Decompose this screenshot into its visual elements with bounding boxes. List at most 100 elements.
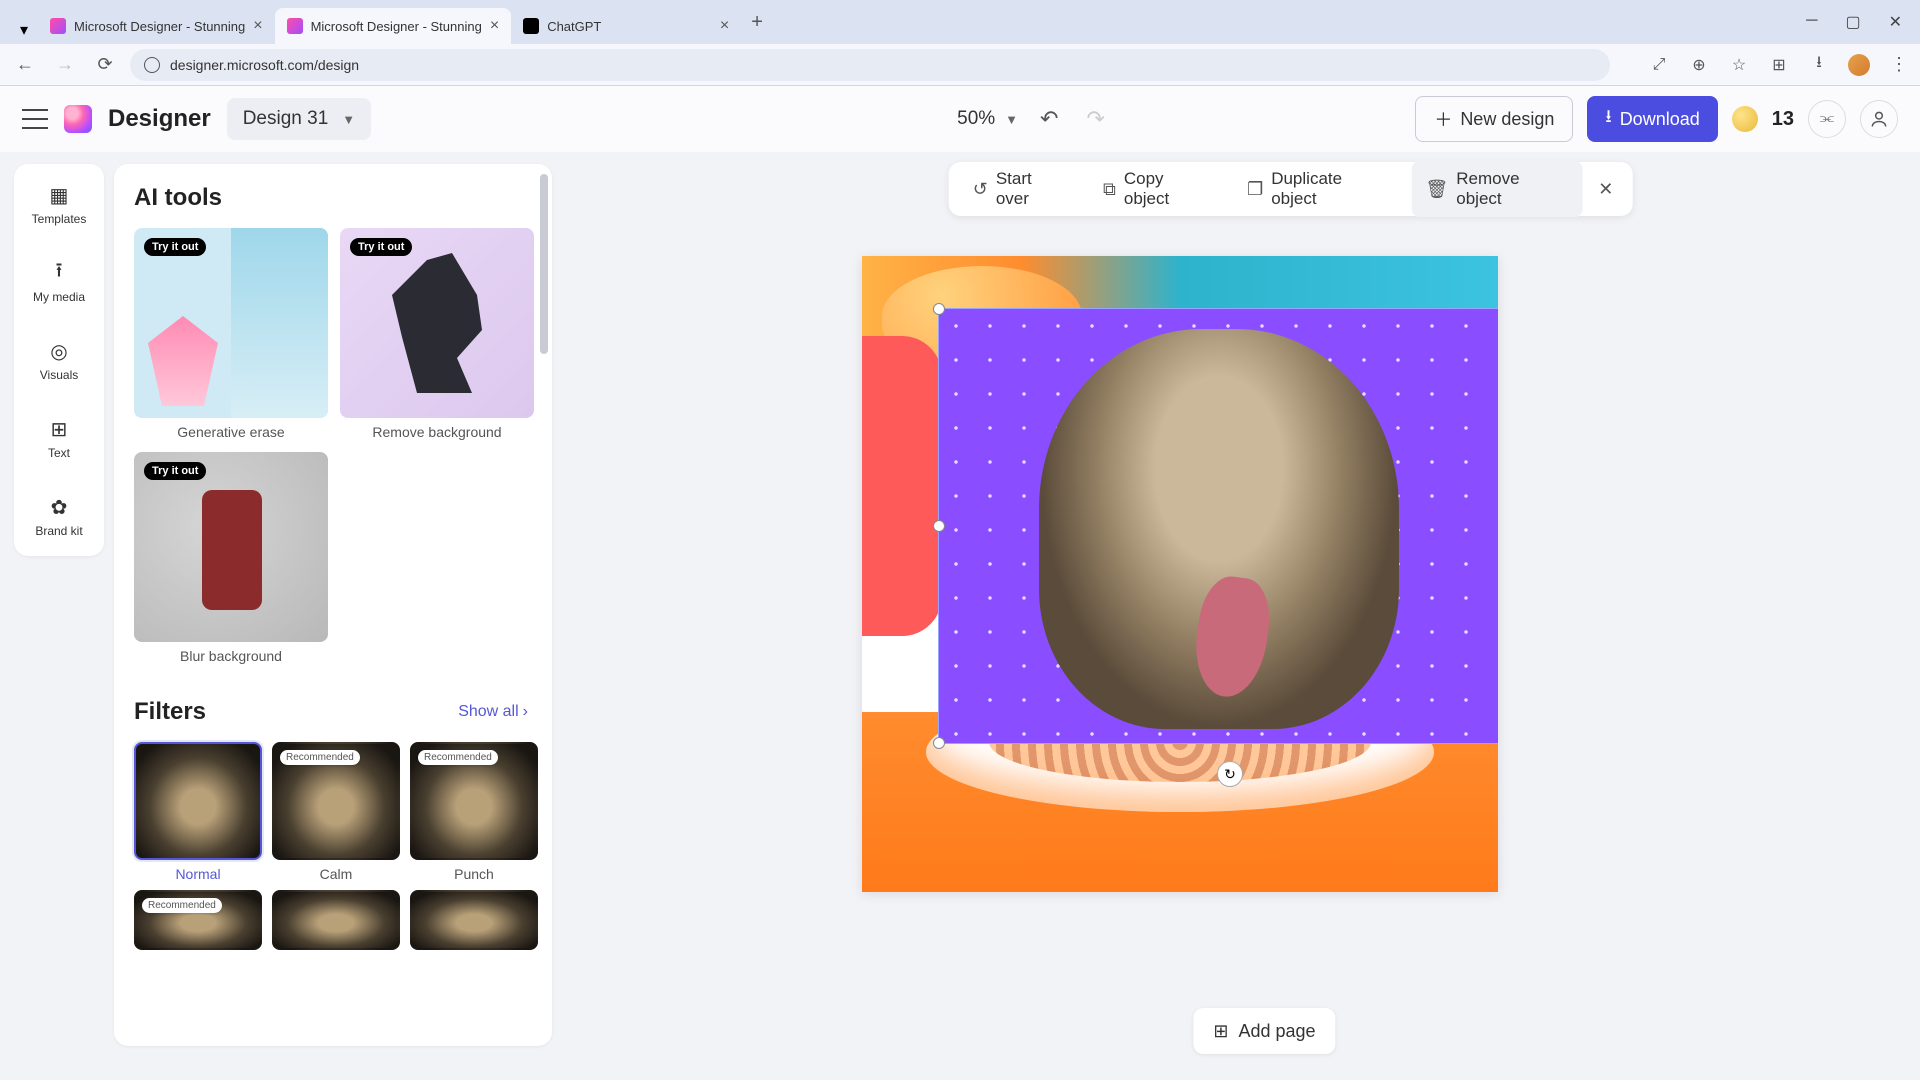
- selected-image-object[interactable]: ↻: [938, 308, 1498, 744]
- rail-label: Brand kit: [35, 524, 82, 538]
- filter-thumb: Recommended: [134, 890, 262, 950]
- share-button[interactable]: ⫘: [1808, 100, 1846, 138]
- filter-punch[interactable]: Recommended Punch: [410, 742, 538, 882]
- maximize-icon[interactable]: ▢: [1845, 12, 1860, 32]
- close-context-bar[interactable]: ✕: [1589, 172, 1623, 206]
- button-label: Copy object: [1124, 169, 1213, 209]
- new-tab-button[interactable]: +: [741, 11, 773, 34]
- download-icon: ⭳: [1605, 104, 1611, 134]
- filter-thumb: Recommended: [410, 742, 538, 860]
- hamburger-icon[interactable]: [22, 109, 48, 129]
- tab-title: Microsoft Designer - Stunning: [311, 19, 482, 34]
- favicon-icon: [50, 18, 66, 34]
- profile-avatar[interactable]: [1848, 54, 1870, 76]
- resize-handle[interactable]: [933, 737, 945, 749]
- designer-logo-icon: [64, 105, 92, 133]
- credits-count[interactable]: 13: [1772, 108, 1794, 131]
- extensions-icon[interactable]: ⊞: [1768, 54, 1790, 76]
- rail-text[interactable]: ⊞ Text: [14, 410, 104, 466]
- back-icon[interactable]: ←: [10, 50, 40, 80]
- account-button[interactable]: [1860, 100, 1898, 138]
- restart-icon: ↺: [973, 179, 988, 200]
- remove-object-button[interactable]: 🗑 Remove object: [1411, 161, 1582, 217]
- filter-thumb: [272, 890, 400, 950]
- undo-button[interactable]: ↶: [1034, 106, 1064, 132]
- plus-square-icon: ⊞: [1213, 1021, 1228, 1042]
- filter-item[interactable]: [272, 890, 400, 950]
- copy-object-button[interactable]: ⧉ Copy object: [1089, 161, 1227, 217]
- button-label: Remove object: [1456, 169, 1569, 209]
- browser-menu-icon[interactable]: ⋮: [1888, 54, 1910, 76]
- rail-my-media[interactable]: ⭱ My media: [14, 254, 104, 310]
- ai-tool-label: Generative erase: [134, 424, 328, 440]
- scrollbar[interactable]: [540, 174, 548, 354]
- ai-tool-label: Blur background: [134, 648, 328, 664]
- add-page-button[interactable]: ⊞ Add page: [1193, 1008, 1335, 1054]
- button-label: New design: [1460, 109, 1554, 130]
- install-app-icon[interactable]: ⤢: [1648, 54, 1670, 76]
- forward-icon: →: [50, 50, 80, 80]
- rail-label: My media: [33, 290, 85, 304]
- app-header: Designer Design 31 ▼ 50% ▼ ↶ ↷ ＋ New des…: [0, 86, 1920, 152]
- filter-normal[interactable]: Normal: [134, 742, 262, 882]
- left-rail: ▦ Templates ⭱ My media ◎ Visuals ⊞ Text …: [14, 164, 104, 556]
- close-icon[interactable]: ×: [490, 17, 499, 35]
- copy-icon: ⧉: [1103, 179, 1116, 200]
- canvas-area[interactable]: ↺ Start over ⧉ Copy object ❐ Duplicate o…: [552, 152, 1920, 1080]
- ai-tool-generative-erase[interactable]: Try it out Generative erase: [134, 228, 328, 440]
- templates-icon: ▦: [46, 182, 72, 208]
- start-over-button[interactable]: ↺ Start over: [959, 161, 1083, 217]
- workspace: ▦ Templates ⭱ My media ◎ Visuals ⊞ Text …: [0, 152, 1920, 1080]
- zoom-icon[interactable]: ⊕: [1688, 54, 1710, 76]
- tab-search-icon[interactable]: ▾: [10, 16, 38, 44]
- resize-handle[interactable]: [933, 520, 945, 532]
- button-label: Duplicate object: [1271, 169, 1391, 209]
- download-button[interactable]: ⭳ Download: [1587, 96, 1717, 142]
- app-name: Designer: [108, 105, 211, 133]
- close-icon[interactable]: ×: [720, 17, 729, 35]
- button-label: Download: [1620, 109, 1700, 130]
- show-all-label: Show all: [458, 703, 518, 721]
- recommended-badge: Recommended: [280, 750, 360, 765]
- ai-tool-blur-background[interactable]: Try it out Blur background: [134, 452, 328, 664]
- close-window-icon[interactable]: ✕: [1889, 12, 1902, 32]
- show-all-link[interactable]: Show all ›: [458, 703, 528, 721]
- browser-tab[interactable]: Microsoft Designer - Stunning ×: [38, 8, 275, 44]
- try-it-out-badge: Try it out: [144, 238, 206, 256]
- rail-templates[interactable]: ▦ Templates: [14, 176, 104, 232]
- design-name-dropdown[interactable]: Design 31 ▼: [227, 98, 371, 140]
- browser-tab[interactable]: ChatGPT ×: [511, 8, 741, 44]
- ai-tool-thumb: Try it out: [134, 452, 328, 642]
- rail-brand-kit[interactable]: ✿ Brand kit: [14, 488, 104, 544]
- duplicate-object-button[interactable]: ❐ Duplicate object: [1233, 161, 1405, 217]
- filter-item[interactable]: Recommended: [134, 890, 262, 950]
- filter-item[interactable]: [410, 890, 538, 950]
- rotate-handle[interactable]: ↻: [1217, 761, 1243, 787]
- reload-icon[interactable]: ⟳: [90, 50, 120, 80]
- ai-tool-remove-background[interactable]: Try it out Remove background: [340, 228, 534, 440]
- button-label: Add page: [1238, 1021, 1315, 1042]
- filter-calm[interactable]: Recommended Calm: [272, 742, 400, 882]
- text-icon: ⊞: [46, 416, 72, 442]
- zoom-value: 50%: [957, 108, 995, 130]
- ai-tool-thumb: Try it out: [134, 228, 328, 418]
- browser-toolbar: ← → ⟳ designer.microsoft.com/design ⤢ ⊕ …: [0, 44, 1920, 86]
- dog-image: [1039, 329, 1399, 729]
- close-icon[interactable]: ×: [253, 17, 262, 35]
- browser-tab[interactable]: Microsoft Designer - Stunning ×: [275, 8, 512, 44]
- bookmark-icon[interactable]: ☆: [1728, 54, 1750, 76]
- downloads-icon[interactable]: ⭳: [1808, 54, 1830, 76]
- rail-visuals[interactable]: ◎ Visuals: [14, 332, 104, 388]
- redo-button: ↷: [1080, 106, 1110, 132]
- palette-icon: ✿: [46, 494, 72, 520]
- minimize-icon[interactable]: ─: [1806, 12, 1817, 32]
- site-info-icon[interactable]: [144, 57, 160, 73]
- artboard[interactable]: ↻: [862, 256, 1498, 892]
- new-design-button[interactable]: ＋ New design: [1415, 96, 1573, 142]
- tab-title: ChatGPT: [547, 19, 601, 34]
- side-panel: AI tools Try it out Generative erase Try…: [114, 164, 552, 1046]
- zoom-control[interactable]: 50% ▼: [957, 108, 1018, 130]
- resize-handle[interactable]: [933, 303, 945, 315]
- filter-thumb: [134, 742, 262, 860]
- address-bar[interactable]: designer.microsoft.com/design: [130, 49, 1610, 81]
